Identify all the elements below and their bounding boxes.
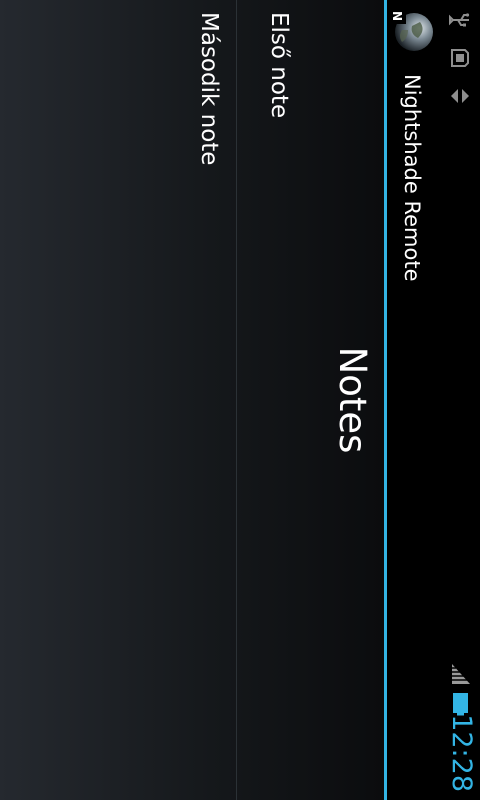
- status-clock: 12:28: [446, 714, 477, 792]
- battery-icon: [446, 692, 472, 716]
- signal-icon: [446, 662, 472, 686]
- app-screen: 12:28 N Nightshade Remote Notes Első not…: [0, 0, 480, 800]
- sync-icon: [448, 84, 472, 108]
- page-title: Notes: [331, 346, 374, 454]
- notes-list: Első note Második note: [166, 0, 306, 800]
- notes-content: Notes Első note Második note: [0, 0, 384, 800]
- status-bar: 12:28: [440, 0, 480, 800]
- action-bar: N Nightshade Remote: [384, 0, 440, 800]
- app-logo-icon[interactable]: N: [390, 8, 434, 52]
- sd-card-icon: [448, 46, 472, 70]
- list-item[interactable]: Első note: [236, 0, 306, 800]
- app-logo-letter: N: [390, 11, 404, 21]
- app-title: Nightshade Remote: [400, 74, 424, 282]
- list-item[interactable]: Második note: [166, 0, 236, 800]
- usb-icon: [448, 8, 472, 32]
